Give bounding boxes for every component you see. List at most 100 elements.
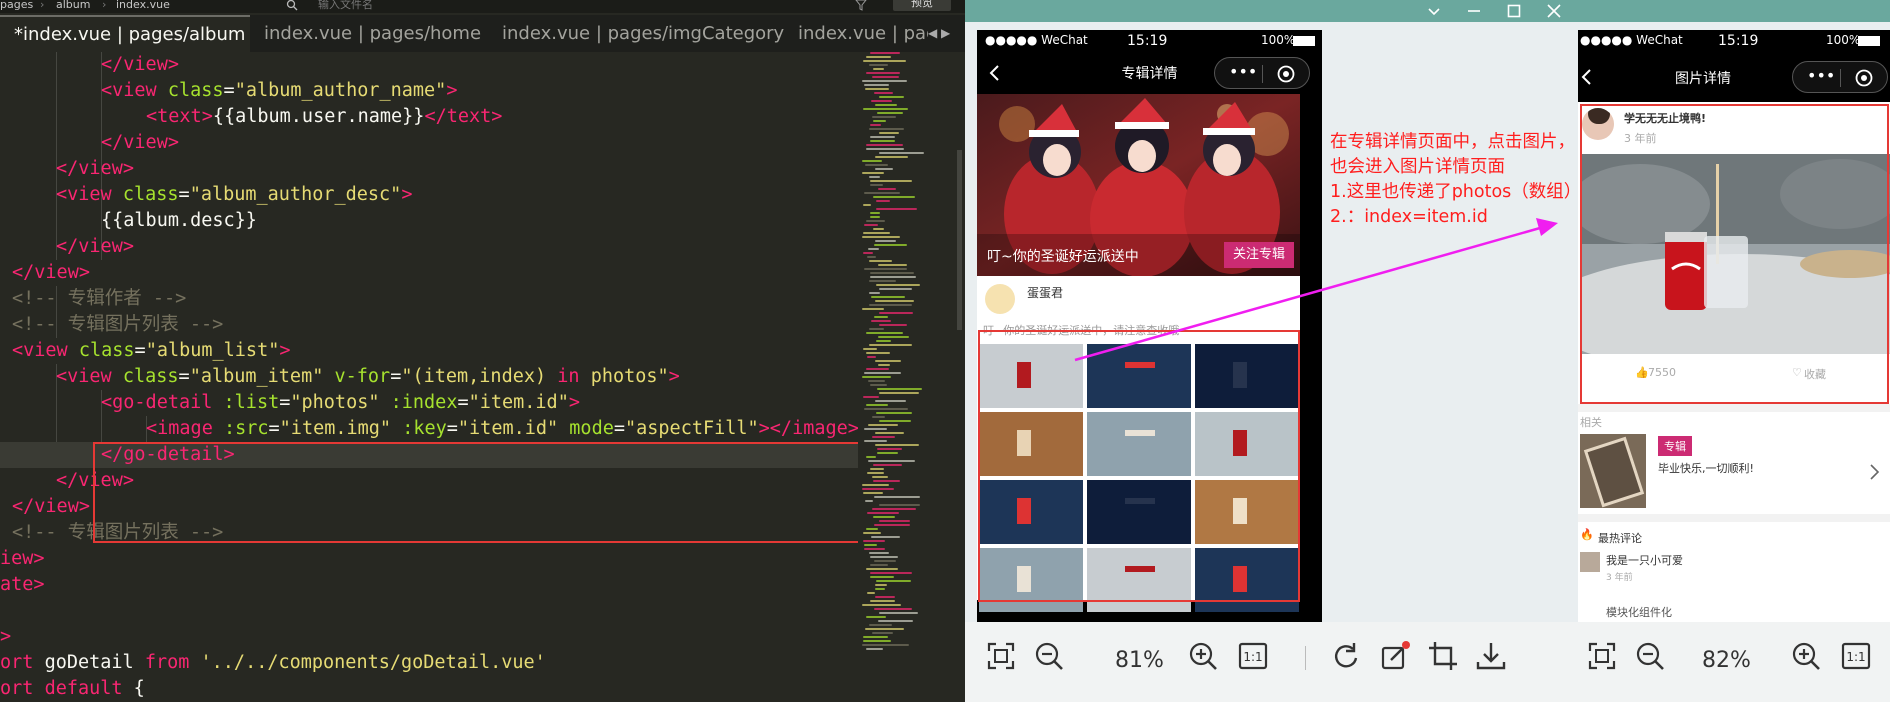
album-banner-image[interactable]: 叮~你的圣诞好运派送中 关注专辑 — [977, 94, 1300, 276]
code-line: <view class="album_item" v-for="(item,in… — [56, 366, 680, 387]
tab-imgcategory-index[interactable]: index.vue | pages/imgCategory — [488, 15, 784, 52]
svg-text:1:1: 1:1 — [1243, 650, 1262, 664]
minimap-line — [873, 196, 915, 198]
minimap-line — [868, 248, 879, 250]
minimap-line — [868, 460, 915, 462]
tab-label: index.vue | pag — [798, 23, 928, 44]
tab-scroll-arrows[interactable]: ◀ ▶ — [928, 15, 950, 52]
album-tag[interactable]: 专辑 — [1658, 436, 1692, 456]
follow-album-button[interactable]: 关注专辑 — [1224, 242, 1294, 268]
download-icon[interactable] — [1475, 640, 1507, 672]
highlight-box-photo-grid — [978, 330, 1300, 602]
code-line: <go-detail :list="photos" :index="item.i… — [101, 392, 580, 413]
breadcrumb-album[interactable]: album — [56, 0, 90, 10]
minimap-line — [873, 480, 900, 482]
tab-album-index[interactable]: *index.vue | pages/album — [0, 15, 250, 52]
minimap-line — [866, 528, 878, 530]
minimap-line — [866, 404, 888, 406]
battery-label: 100% — [1826, 33, 1861, 47]
carrier-label: ●●●●● WeChat — [985, 33, 1088, 47]
minimap-line — [874, 496, 920, 498]
avatar[interactable] — [985, 284, 1015, 314]
fit-screen-icon[interactable] — [1586, 640, 1618, 672]
tab-home-index[interactable]: index.vue | pages/home — [250, 15, 481, 52]
edit-icon[interactable] — [1379, 640, 1411, 672]
minimap-line — [870, 384, 887, 386]
close-circle-icon[interactable] — [1276, 64, 1296, 84]
minimap-line — [876, 580, 911, 582]
zoom-out-icon[interactable] — [1033, 640, 1065, 672]
tab-other-index[interactable]: index.vue | pag — [784, 15, 928, 52]
hot-comment-label: 最热评论 — [1598, 532, 1642, 545]
actual-size-icon[interactable]: 1:1 — [1237, 640, 1269, 672]
actual-size-icon[interactable]: 1:1 — [1840, 640, 1872, 672]
minimap-line — [863, 636, 888, 638]
minimap-line — [879, 288, 912, 290]
chevron-down-icon[interactable] — [1425, 2, 1443, 20]
toolbar-divider — [1305, 646, 1306, 670]
commenter-avatar[interactable] — [1580, 552, 1600, 572]
tab-label: *index.vue | pages/album — [14, 24, 246, 45]
annotation-line: 2.：index=item.id — [1330, 207, 1488, 227]
minimap-line — [875, 104, 897, 106]
minimap-line — [866, 368, 889, 370]
minimap-line — [878, 620, 913, 622]
more-icon[interactable]: ••• — [1807, 66, 1835, 85]
minimap-line — [864, 372, 901, 374]
zoom-out-icon[interactable] — [1634, 640, 1666, 672]
close-icon[interactable] — [1545, 2, 1563, 20]
minimap-line — [874, 524, 910, 526]
related-thumbnail[interactable] — [1580, 434, 1646, 508]
search-icon[interactable] — [286, 0, 298, 11]
phone-image-detail: ●●●●● WeChat 15:19 100% 图片详情 ••• 学无无无止境鸭… — [1578, 30, 1890, 622]
rotate-icon[interactable] — [1330, 640, 1362, 672]
code-area[interactable]: </view> <view class="album_author_name">… — [0, 52, 860, 702]
filter-icon[interactable] — [855, 0, 867, 11]
minimap-line — [871, 100, 892, 102]
fit-screen-icon[interactable] — [985, 640, 1017, 672]
zoom-in-icon[interactable] — [1790, 640, 1822, 672]
minimap-line — [870, 180, 912, 182]
minimap[interactable] — [858, 52, 954, 702]
minimap-line — [879, 420, 911, 422]
editor-scrollbar[interactable] — [957, 150, 962, 330]
minimap-line — [877, 388, 922, 390]
maximize-icon[interactable] — [1505, 2, 1523, 20]
section-divider — [1578, 404, 1890, 412]
minimap-line — [864, 440, 887, 442]
minimap-line — [863, 60, 906, 62]
commenter-name: 我是一只小可爱 — [1606, 554, 1683, 567]
minimap-line — [869, 176, 880, 178]
crop-icon[interactable] — [1427, 640, 1459, 672]
breadcrumb-file[interactable]: index.vue — [116, 0, 170, 10]
minimap-line — [864, 192, 900, 194]
minimize-icon[interactable] — [1465, 2, 1483, 20]
minimap-line — [863, 204, 871, 206]
minimap-line — [878, 264, 907, 266]
minimap-line — [875, 156, 908, 158]
preview-button[interactable]: 预览 — [893, 0, 951, 11]
more-icon[interactable]: ••• — [1229, 62, 1257, 81]
minimap-line — [874, 244, 907, 246]
zoom-in-icon[interactable] — [1187, 640, 1219, 672]
file-search-input[interactable]: 输入文件名 — [318, 0, 373, 10]
minimap-line — [863, 108, 908, 110]
minimap-line — [875, 444, 919, 446]
minimap-line — [870, 140, 895, 142]
close-circle-icon[interactable] — [1854, 68, 1874, 88]
status-bar: ●●●●● WeChat 15:19 100% — [1578, 30, 1890, 52]
tab-label: index.vue | pages/imgCategory — [502, 23, 785, 44]
minimap-line — [874, 608, 912, 610]
minimap-line — [872, 76, 899, 78]
minimap-line — [879, 520, 910, 522]
image-viewer-1: ●●●●● WeChat 15:19 100% 专辑详情 ••• 叮~你的圣诞好… — [965, 0, 1578, 702]
highlight-box-go-detail — [93, 442, 860, 543]
editor-tabs: *index.vue | pages/album index.vue | pag… — [0, 15, 965, 52]
minimap-line — [879, 132, 899, 134]
chevron-right-icon[interactable] — [1868, 462, 1882, 482]
breadcrumb-pages[interactable]: pages — [0, 0, 33, 10]
minimap-line — [876, 200, 890, 202]
minimap-line — [875, 584, 887, 586]
annotation-line: 1.这里也传递了photos（数组） — [1330, 182, 1582, 202]
minimap-line — [870, 576, 894, 578]
